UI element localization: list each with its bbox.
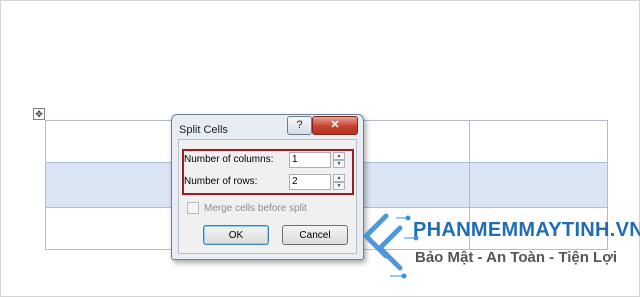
table-move-handle-icon[interactable]: ✥ — [33, 108, 45, 120]
split-cells-dialog: Split Cells ? ✕ Number of columns: ▲ ▼ N… — [171, 114, 364, 260]
spin-down-icon[interactable]: ▼ — [333, 160, 345, 168]
cancel-button[interactable]: Cancel — [282, 225, 348, 245]
columns-label: Number of columns: — [184, 154, 274, 165]
rows-input[interactable] — [289, 174, 331, 190]
ok-button[interactable]: OK — [203, 225, 269, 245]
columns-spinner[interactable]: ▲ ▼ — [333, 152, 345, 168]
close-button[interactable]: ✕ — [312, 116, 358, 135]
table-cell[interactable] — [469, 120, 608, 163]
rows-spinner[interactable]: ▲ ▼ — [333, 174, 345, 190]
dialog-title: Split Cells — [179, 124, 228, 136]
table-cell[interactable] — [469, 162, 608, 208]
watermark-tagline: Bảo Mật - An Toàn - Tiện Lợi — [415, 249, 618, 266]
merge-cells-checkbox[interactable] — [187, 202, 199, 214]
watermark-logo-icon — [362, 213, 419, 279]
columns-input[interactable] — [289, 152, 331, 168]
help-button[interactable]: ? — [287, 116, 312, 135]
merge-cells-option: Merge cells before split — [187, 202, 307, 214]
spin-up-icon[interactable]: ▲ — [333, 174, 345, 182]
rows-label: Number of rows: — [184, 176, 258, 187]
merge-cells-label: Merge cells before split — [204, 202, 307, 214]
spin-up-icon[interactable]: ▲ — [333, 152, 345, 160]
dialog-body: Number of columns: ▲ ▼ Number of rows: ▲… — [178, 139, 357, 254]
spin-down-icon[interactable]: ▼ — [333, 182, 345, 190]
watermark-brand: PHANMEMMAYTINH.VN — [413, 219, 640, 241]
